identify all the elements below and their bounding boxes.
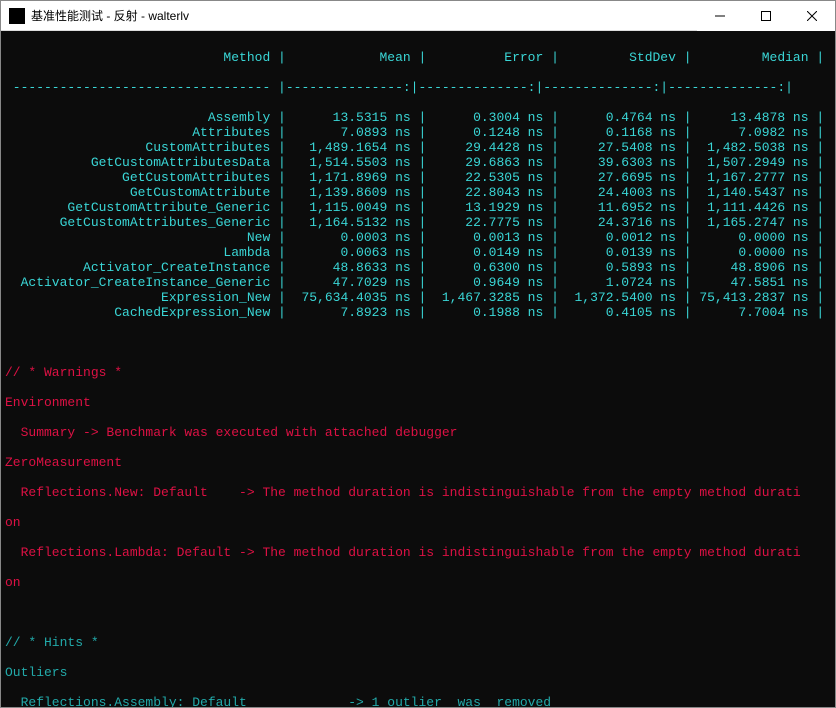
table-row: GetCustomAttribute_Generic | 1,115.0049 … (5, 200, 835, 215)
app-icon (9, 8, 25, 24)
warnings-zero-line2: Reflections.Lambda: Default -> The metho… (5, 545, 835, 560)
warnings-zero-line1b: on (5, 515, 835, 530)
table-row: GetCustomAttributes | 1,171.8969 ns | 22… (5, 170, 835, 185)
warnings-env-line: Summary -> Benchmark was executed with a… (5, 425, 835, 440)
table-row: New | 0.0003 ns | 0.0013 ns | 0.0012 ns … (5, 230, 835, 245)
terminal-output[interactable]: Method | Mean | Error | StdDev | Median … (1, 31, 835, 707)
table-row: Attributes | 7.0893 ns | 0.1248 ns | 0.1… (5, 125, 835, 140)
hints-outliers-label: Outliers (5, 665, 835, 680)
table-row: Activator_CreateInstance | 48.8633 ns | … (5, 260, 835, 275)
warnings-zero-line1: Reflections.New: Default -> The method d… (5, 485, 835, 500)
warnings-header: // * Warnings * (5, 365, 835, 380)
titlebar[interactable]: 基准性能测试 - 反射 - walterlv (1, 1, 835, 31)
close-button[interactable] (789, 1, 835, 31)
table-row: GetCustomAttribute | 1,139.8609 ns | 22.… (5, 185, 835, 200)
hints-header: // * Hints * (5, 635, 835, 650)
table-row: Lambda | 0.0063 ns | 0.0149 ns | 0.0139 … (5, 245, 835, 260)
window-title: 基准性能测试 - 反射 - walterlv (31, 7, 697, 24)
table-header-row: Method | Mean | Error | StdDev | Median … (5, 50, 835, 65)
table-row: Assembly | 13.5315 ns | 0.3004 ns | 0.47… (5, 110, 835, 125)
minimize-button[interactable] (697, 1, 743, 31)
table-row: CachedExpression_New | 7.8923 ns | 0.198… (5, 305, 835, 320)
table-row: GetCustomAttributes_Generic | 1,164.5132… (5, 215, 835, 230)
table-row: Expression_New | 75,634.4035 ns | 1,467.… (5, 290, 835, 305)
hints-line1: Reflections.Assembly: Default -> 1 outli… (5, 695, 835, 707)
window-controls (697, 1, 835, 31)
console-window: 基准性能测试 - 反射 - walterlv Method | Mean | E… (0, 0, 836, 708)
maximize-button[interactable] (743, 1, 789, 31)
warnings-env-label: Environment (5, 395, 835, 410)
table-row: GetCustomAttributesData | 1,514.5503 ns … (5, 155, 835, 170)
blank-line (5, 335, 835, 350)
warnings-zero-label: ZeroMeasurement (5, 455, 835, 470)
table-separator: --------------------------------- |-----… (5, 80, 835, 95)
warnings-zero-line2b: on (5, 575, 835, 590)
table-row: CustomAttributes | 1,489.1654 ns | 29.44… (5, 140, 835, 155)
table-row: Activator_CreateInstance_Generic | 47.70… (5, 275, 835, 290)
blank-line (5, 605, 835, 620)
